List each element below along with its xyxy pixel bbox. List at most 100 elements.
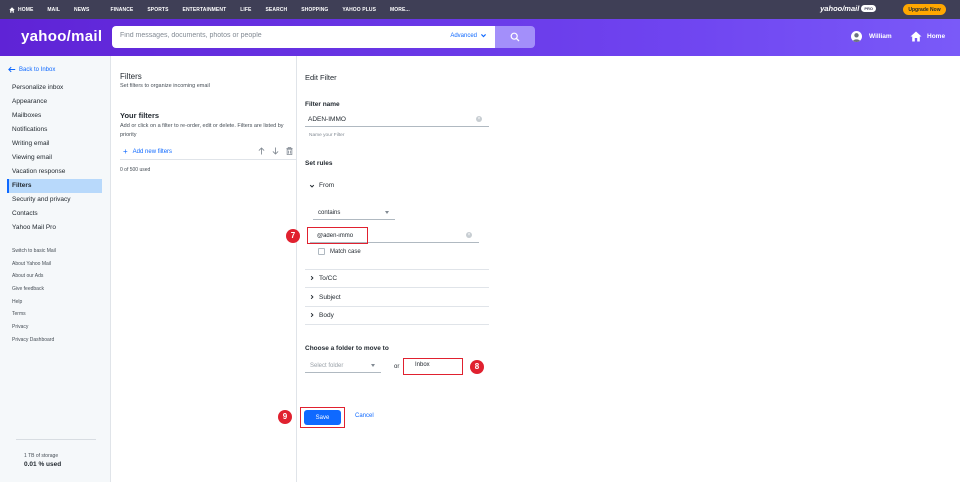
home-icon <box>910 31 922 42</box>
nav-search[interactable]: SEARCH <box>265 7 287 13</box>
caret-down-icon <box>385 211 389 214</box>
add-filter-row: + Add new filters <box>120 144 297 160</box>
nav-home[interactable]: HOME <box>9 7 33 13</box>
reorder-controls <box>258 147 293 155</box>
filters-panel: Filters Set filters to organize incoming… <box>111 56 297 482</box>
storage-used: 0.01 % used <box>24 461 62 468</box>
your-filters-heading: Your filters <box>120 111 160 120</box>
match-case-label: Match case <box>330 248 361 255</box>
link-switch-basic[interactable]: Switch to basic Mail <box>12 248 56 261</box>
nav-yahoo-plus[interactable]: YAHOO PLUS <box>342 7 376 13</box>
yahoo-mail-pro-logo[interactable]: yahoo/mail PRO <box>820 4 876 13</box>
nav-news[interactable]: NEWS <box>74 7 89 13</box>
pro-badge: PRO <box>861 5 876 12</box>
sidebar-item-mailboxes[interactable]: Mailboxes <box>7 109 102 123</box>
match-case-checkbox[interactable] <box>318 248 325 255</box>
highlight-box-from-value <box>307 227 368 244</box>
step-badge-9: 9 <box>278 410 292 424</box>
nav-shopping[interactable]: SHOPPING <box>301 7 328 13</box>
sidebar-item-viewing-email[interactable]: Viewing email <box>7 151 102 165</box>
match-case-option[interactable]: Match case <box>318 248 361 255</box>
back-to-inbox-link[interactable]: Back to Inbox <box>8 66 55 73</box>
footer-links: Switch to basic Mail About Yahoo Mail Ab… <box>12 248 56 350</box>
chevron-down-icon <box>309 184 315 188</box>
link-terms[interactable]: Terms <box>12 311 56 324</box>
link-help[interactable]: Help <box>12 299 56 312</box>
sidebar-item-security-privacy[interactable]: Security and privacy <box>7 193 102 207</box>
search-bar: Advanced <box>112 26 495 48</box>
nav-sports[interactable]: SPORTS <box>147 7 168 13</box>
chevron-down-icon <box>481 34 486 38</box>
nav-entertainment[interactable]: ENTERTAINMENT <box>183 7 227 13</box>
highlight-box-folder <box>403 358 463 375</box>
nav-more[interactable]: MORE... <box>390 7 410 13</box>
trash-icon[interactable] <box>286 147 293 155</box>
link-about-ads[interactable]: About our Ads <box>12 273 56 286</box>
condition-select[interactable]: contains <box>313 206 395 220</box>
top-nav-bar: HOME MAIL NEWS FINANCE SPORTS ENTERTAINM… <box>0 0 960 19</box>
nav-mail[interactable]: MAIL <box>47 7 60 13</box>
clear-icon[interactable]: × <box>476 116 482 122</box>
caret-down-icon <box>371 364 375 367</box>
folder-heading: Choose a folder to move to <box>305 345 389 352</box>
rule-subject-label: Subject <box>319 293 341 301</box>
chevron-right-icon <box>310 275 314 281</box>
sidebar-item-personalize-inbox[interactable]: Personalize inbox <box>7 81 102 95</box>
rule-tocc-row[interactable]: To/CC <box>305 269 489 288</box>
sidebar-item-appearance[interactable]: Appearance <box>7 95 102 109</box>
filter-name-input[interactable] <box>305 113 489 127</box>
cancel-button[interactable]: Cancel <box>355 413 374 419</box>
sidebar-item-contacts[interactable]: Contacts <box>7 207 102 221</box>
plus-icon: + <box>123 147 128 156</box>
advanced-search-button[interactable]: Advanced <box>450 32 487 39</box>
nav-home-label: HOME <box>18 6 34 13</box>
nav-life[interactable]: LIFE <box>240 7 251 13</box>
chevron-right-icon <box>310 312 314 318</box>
arrow-up-icon[interactable] <box>258 147 265 155</box>
link-privacy[interactable]: Privacy <box>12 324 56 337</box>
settings-sidebar: Back to Inbox Personalize inbox Appearan… <box>0 56 111 482</box>
search-button[interactable] <box>495 26 535 48</box>
sidebar-item-writing-email[interactable]: Writing email <box>7 137 102 151</box>
user-account[interactable]: William <box>851 31 892 42</box>
link-privacy-dashboard[interactable]: Privacy Dashboard <box>12 337 56 350</box>
arrow-down-icon[interactable] <box>272 147 279 155</box>
step-badge-7: 7 <box>286 229 300 243</box>
filter-count: 0 of 500 used <box>120 167 151 173</box>
filter-name-label: Filter name <box>305 101 340 108</box>
rule-subject-row[interactable]: Subject <box>305 288 489 307</box>
sidebar-item-filters[interactable]: Filters <box>7 179 102 193</box>
link-about-yahoo-mail[interactable]: About Yahoo Mail <box>12 261 56 274</box>
yahoo-mail-logo[interactable]: yahoo/mail <box>21 28 102 45</box>
select-folder-dropdown[interactable]: Select folder <box>305 359 381 373</box>
link-give-feedback[interactable]: Give feedback <box>12 286 56 299</box>
nav-finance[interactable]: FINANCE <box>110 7 133 13</box>
user-name: William <box>869 33 892 40</box>
rule-from-header[interactable]: From <box>305 176 489 195</box>
sidebar-item-vacation-response[interactable]: Vacation response <box>7 165 102 179</box>
select-folder-placeholder: Select folder <box>310 362 344 369</box>
step-badge-8: 8 <box>470 360 484 374</box>
rule-tocc-label: To/CC <box>319 274 338 282</box>
add-new-filters-label: Add new filters <box>132 149 173 155</box>
avatar <box>851 31 862 42</box>
clear-icon[interactable]: × <box>466 232 472 238</box>
rule-body-row[interactable]: Body <box>305 306 489 325</box>
filters-subtitle: Set filters to organize incoming email <box>120 83 210 89</box>
rule-body-label: Body <box>319 311 334 319</box>
set-rules-heading: Set rules <box>305 160 333 167</box>
condition-value: contains <box>318 209 341 216</box>
or-label: or <box>394 364 400 370</box>
sidebar-item-yahoo-mail-pro[interactable]: Yahoo Mail Pro <box>7 221 102 235</box>
highlight-box-save <box>300 407 345 428</box>
filter-name-helper: Name your Filter <box>309 133 345 138</box>
home-button[interactable]: Home <box>910 31 945 42</box>
home-icon <box>9 6 15 13</box>
advanced-label: Advanced <box>450 32 477 39</box>
upgrade-now-button[interactable]: Upgrade Now <box>903 4 946 15</box>
search-input[interactable] <box>118 31 418 40</box>
add-new-filters-link[interactable]: + Add new filters <box>123 147 173 156</box>
filters-title: Filters <box>120 72 142 81</box>
filters-description: Add or click on a filter to re-order, ed… <box>120 123 284 138</box>
sidebar-item-notifications[interactable]: Notifications <box>7 123 102 137</box>
